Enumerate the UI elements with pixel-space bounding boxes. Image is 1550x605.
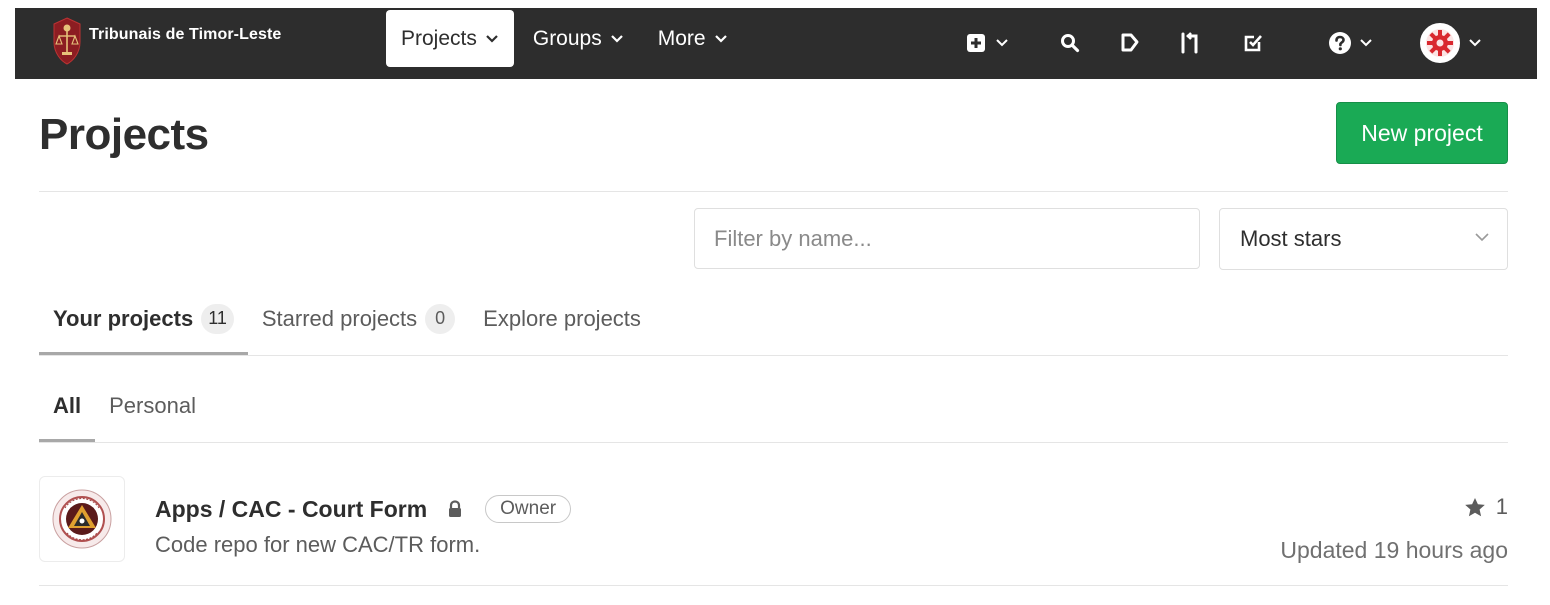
project-updated-time: Updated 19 hours ago xyxy=(1280,537,1508,563)
todos-button[interactable] xyxy=(1242,28,1264,58)
help-dropdown[interactable] xyxy=(1328,28,1372,58)
brand-name: Tribunais de Timor-Leste xyxy=(89,26,282,43)
nav-projects-label: Projects xyxy=(401,26,477,50)
nav-groups-label: Groups xyxy=(532,26,602,50)
tab-label: Your projects xyxy=(53,305,194,331)
brand-link[interactable]: Tribunais de Timor-Leste xyxy=(51,16,281,66)
count-badge: 0 xyxy=(425,303,456,334)
search-icon xyxy=(1061,34,1080,53)
subtab-label: All xyxy=(53,392,82,418)
plus-square-icon xyxy=(967,34,985,52)
help-icon xyxy=(1329,32,1351,54)
court-seal-icon xyxy=(52,489,112,549)
subtab-label: Personal xyxy=(109,392,196,418)
project-filter-tabs: All Personal xyxy=(39,369,210,442)
project-title-line: Apps / CAC - Court Form Owner xyxy=(155,495,572,523)
issues-icon xyxy=(1121,33,1139,52)
count-badge: 11 xyxy=(201,303,234,334)
project-star-count[interactable]: 1 xyxy=(1464,494,1508,520)
sort-selected-value: Most stars xyxy=(1240,226,1342,251)
project-avatar[interactable] xyxy=(39,476,125,562)
filter-by-name-input[interactable] xyxy=(694,208,1200,269)
subtab-personal[interactable]: Personal xyxy=(95,369,210,442)
tab-label: Explore projects xyxy=(483,305,641,331)
nav-projects-dropdown[interactable]: Projects xyxy=(386,10,514,67)
merge-requests-button[interactable] xyxy=(1178,28,1204,58)
project-description: Code repo for new CAC/TR form. xyxy=(155,532,481,557)
chevron-down-icon xyxy=(1360,39,1372,47)
project-list-item: Apps / CAC - Court Form Owner Code repo … xyxy=(39,444,1508,585)
new-item-dropdown[interactable] xyxy=(966,28,1008,58)
user-menu-dropdown[interactable] xyxy=(1420,23,1481,63)
projects-tabs: Your projects 11 Starred projects 0 Expl… xyxy=(39,282,655,355)
projects-page: Tribunais de Timor-Leste Projects Groups… xyxy=(15,8,1537,605)
star-count-value: 1 xyxy=(1495,494,1508,519)
lock-icon xyxy=(447,500,463,518)
sort-dropdown[interactable]: Most stars xyxy=(1219,208,1508,270)
subtabs-divider xyxy=(39,442,1508,443)
project-name-link[interactable]: Apps / CAC - Court Form xyxy=(155,496,427,523)
tab-explore-projects[interactable]: Explore projects xyxy=(469,282,655,355)
tabs-divider xyxy=(39,355,1508,356)
search-button[interactable] xyxy=(1060,28,1080,58)
new-project-button[interactable]: New project xyxy=(1336,102,1508,164)
row-divider xyxy=(39,585,1508,586)
chevron-down-icon xyxy=(1475,233,1489,242)
header-divider xyxy=(39,191,1508,192)
court-shield-logo-icon xyxy=(53,17,81,65)
chevron-down-icon xyxy=(485,34,499,44)
nav-more-label: More xyxy=(657,26,706,50)
gear-icon xyxy=(1426,29,1454,57)
chevron-down-icon xyxy=(610,34,624,44)
tab-starred-projects[interactable]: Starred projects 0 xyxy=(248,282,469,355)
top-navbar: Tribunais de Timor-Leste Projects Groups… xyxy=(15,8,1537,79)
chevron-down-icon xyxy=(1469,39,1481,47)
subtab-all[interactable]: All xyxy=(39,369,96,442)
role-badge: Owner xyxy=(485,495,572,523)
page-title: Projects xyxy=(39,110,209,159)
tab-label: Starred projects xyxy=(261,305,418,331)
merge-request-icon xyxy=(1181,32,1198,54)
star-icon xyxy=(1464,497,1485,516)
chevron-down-icon xyxy=(714,34,728,44)
todo-icon xyxy=(1244,35,1262,52)
nav-menu: Projects Groups More xyxy=(386,10,747,67)
nav-groups-dropdown[interactable]: Groups xyxy=(518,10,639,67)
chevron-down-icon xyxy=(996,39,1008,47)
user-avatar xyxy=(1420,23,1460,63)
nav-more-dropdown[interactable]: More xyxy=(643,10,743,67)
tab-your-projects[interactable]: Your projects 11 xyxy=(39,282,248,355)
issues-button[interactable] xyxy=(1120,28,1140,58)
